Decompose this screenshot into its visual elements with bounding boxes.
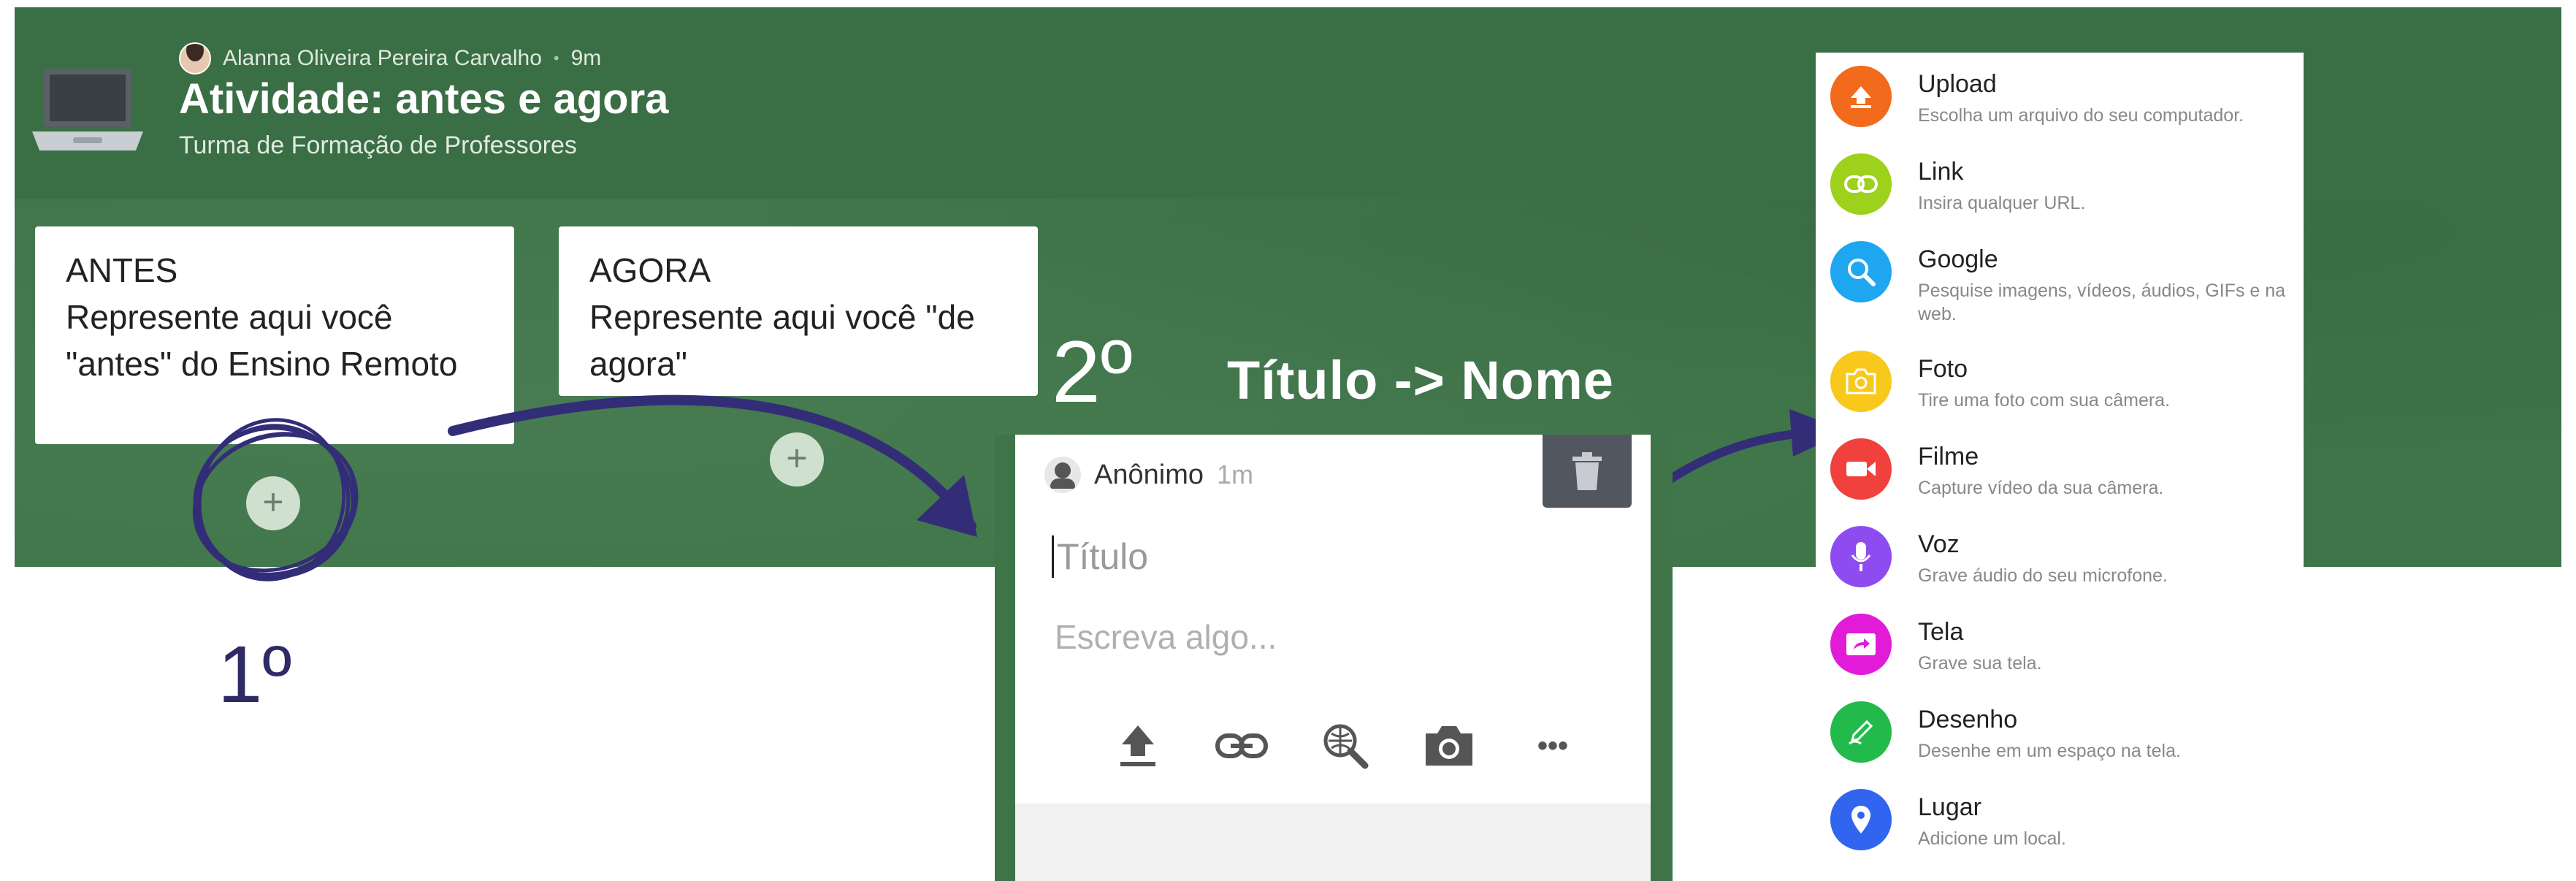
post-editor: Anônimo 1m Título Escreva algo... ••• [1015,435,1651,881]
menu-option-foto[interactable]: Foto Tire uma foto com sua câmera. [1816,337,2304,425]
editor-footer [1015,804,1651,881]
menu-option-voz[interactable]: Voz Grave áudio do seu microfone. [1816,513,2304,600]
screen-record-icon [1830,614,1892,675]
menu-option-google[interactable]: Google Pesquise imagens, vídeos, áudios,… [1816,228,2304,337]
attachment-toolbar: ••• [1110,718,1581,774]
more-options-button[interactable]: ••• [1525,718,1581,774]
location-pin-icon [1830,789,1892,850]
search-web-icon [1830,241,1892,302]
camera-icon [1830,351,1892,412]
option-description: Escolha um arquivo do seu computador. [1918,105,2244,126]
menu-option-tela[interactable]: Tela Grave sua tela. [1816,600,2304,688]
option-label: Desenho [1918,706,2018,733]
option-description: Adicione um local. [1918,828,2066,849]
delete-post-button[interactable] [1543,435,1632,508]
arrow-to-editor [448,394,976,531]
step-2-label: 2º [1052,323,1133,421]
menu-option-link[interactable]: Link Insira qualquer URL. [1816,140,2304,228]
option-label: Foto [1918,355,1968,383]
menu-option-lugar[interactable]: Lugar Adicione um local. [1816,776,2304,863]
option-label: Upload [1918,70,1997,98]
option-description: Desenhe em um espaço na tela. [1918,741,2181,761]
menu-option-desenho[interactable]: Desenho Desenhe em um espaço na tela. [1816,688,2304,776]
upload-icon[interactable] [1110,718,1166,774]
option-description: Tire uma foto com sua câmera. [1918,390,2171,411]
scribble-circle-annotation [192,418,359,581]
search-web-icon[interactable] [1318,718,1373,774]
option-label: Google [1918,245,1998,273]
attachment-menu: Upload Escolha um arquivo do seu computa… [1816,53,2304,881]
anonymous-avatar [1044,457,1081,493]
link-icon [1830,153,1892,215]
option-description: Insira qualquer URL. [1918,193,2086,213]
draw-icon [1830,701,1892,763]
option-label: Lugar [1918,793,1981,821]
option-label: Tela [1918,618,1964,646]
camera-icon[interactable] [1421,718,1477,774]
video-camera-icon [1830,438,1892,500]
option-description: Capture vídeo da sua câmera. [1918,478,2164,498]
step-2-caption: Título -> Nome [1227,350,1614,411]
editor-post-time: 1m [1216,459,1253,489]
editor-author-row: Anônimo 1m [1044,457,1253,493]
upload-icon [1830,66,1892,127]
option-label: Voz [1918,530,1960,558]
editor-author-name: Anônimo [1094,459,1204,490]
option-description: Grave áudio do seu microfone. [1918,565,2168,586]
option-description: Grave sua tela. [1918,653,2042,674]
option-description: Pesquise imagens, vídeos, áudios, GIFs e… [1918,281,2286,324]
microphone-icon [1830,526,1892,587]
step-1-label: 1º [218,630,292,720]
trash-icon [1572,452,1602,490]
post-body-input[interactable]: Escreva algo... [1055,617,1277,657]
option-label: Filme [1918,443,1979,470]
menu-option-filme[interactable]: Filme Capture vídeo da sua câmera. [1816,425,2304,513]
post-title-input[interactable]: Título [1052,535,1612,578]
link-icon[interactable] [1214,718,1269,774]
option-label: Link [1918,158,1964,186]
menu-option-upload[interactable]: Upload Escolha um arquivo do seu computa… [1816,53,2304,140]
